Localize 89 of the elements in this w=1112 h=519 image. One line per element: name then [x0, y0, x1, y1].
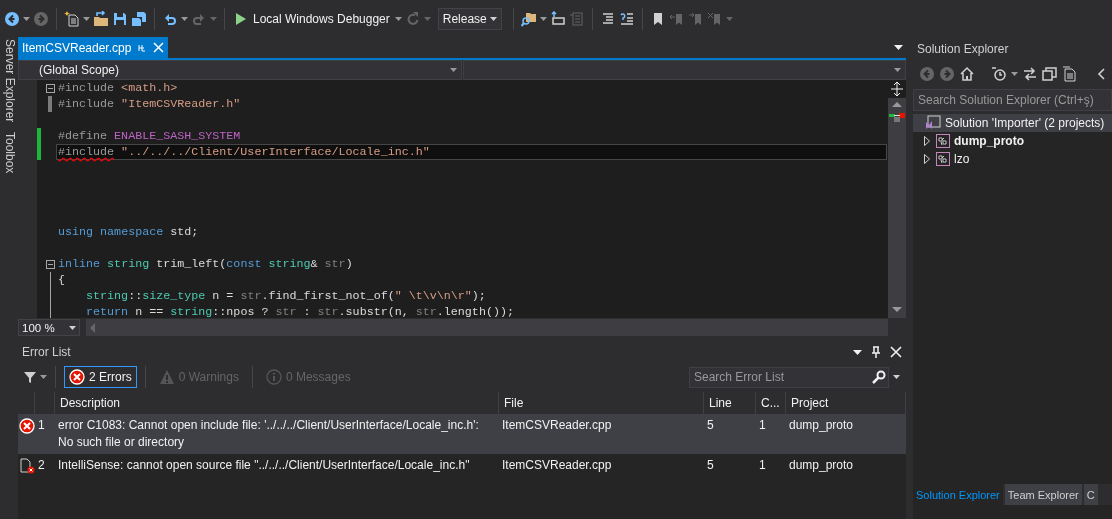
side-tab[interactable]: Server Explorer [0, 39, 18, 123]
documents-icon[interactable] [1062, 66, 1078, 82]
back-icon[interactable] [4, 10, 20, 27]
table-cell: 5 [707, 458, 714, 472]
horizontal-scrollbar[interactable] [86, 319, 888, 336]
close-icon[interactable] [890, 346, 902, 358]
caret-icon[interactable] [450, 68, 457, 72]
sync-arrows-icon[interactable] [1022, 66, 1038, 82]
info-icon [265, 369, 282, 385]
error-icon [69, 369, 85, 385]
panel-tab[interactable]: Solution Explorer [913, 484, 1003, 505]
caret-icon[interactable] [489, 16, 497, 21]
clock-icon[interactable] [991, 66, 1007, 82]
scroll-down-icon[interactable] [892, 307, 902, 312]
search-field[interactable]: Search Solution Explorer (Ctrl+ş) [913, 89, 1112, 111]
pin-icon[interactable] [870, 346, 882, 358]
find-icon[interactable] [520, 10, 537, 27]
scroll-up-icon[interactable] [892, 102, 902, 107]
tree-item[interactable]: Solution 'Importer' (2 projects) [913, 114, 1112, 132]
caret-icon[interactable] [893, 375, 900, 379]
split-icon[interactable] [888, 80, 906, 98]
table-cell: 1 [38, 418, 45, 432]
debugger-button[interactable]: Local Windows Debugger [251, 11, 392, 26]
caret-icon[interactable] [23, 16, 30, 21]
caret-icon[interactable] [69, 325, 76, 330]
code-text: { [58, 272, 65, 288]
error-description: error C1083: Cannot open include file: '../../../Client/UserInterface/Locale_inc.h': No such file or directory [58, 418, 479, 449]
caret-icon[interactable] [894, 68, 901, 72]
table-cell: dump_proto [789, 458, 854, 472]
code-text: inline string trim_left(const string& str) [58, 256, 353, 272]
filter-icon[interactable] [24, 371, 36, 383]
filter-toggle[interactable]: 2 Errors [64, 366, 137, 388]
dropdown-icon[interactable] [894, 45, 903, 50]
panel-tab[interactable]: Team Explorer [1004, 484, 1082, 505]
fold-end-marker [48, 96, 52, 112]
caret-icon[interactable] [83, 16, 90, 21]
pointer-box-icon[interactable] [549, 10, 566, 27]
expand-arrow-icon[interactable] [923, 154, 932, 164]
collapse-all-icon[interactable] [1042, 66, 1058, 82]
scope-dropdown[interactable]: (Global Scope) [18, 60, 462, 80]
code-text: using namespace std; [58, 224, 199, 240]
code-text: #include "ItemCSVReader.h" [58, 96, 241, 112]
dropdown-icon[interactable] [853, 349, 862, 355]
zoom-dropdown[interactable]: 100 % [18, 319, 80, 336]
expand-arrow-icon[interactable] [923, 136, 932, 146]
lines-icon[interactable] [618, 10, 635, 27]
collapse-icon[interactable] [45, 83, 55, 93]
table-cell: ItemCSVReader.cpp [502, 418, 612, 432]
tree-item[interactable]: dump_proto [913, 132, 1112, 150]
error-description: IntelliSense: cannot open source file "../../../Client/UserInterface/Locale_inc.h" [58, 458, 470, 472]
table-cell: 1 [759, 458, 766, 472]
tree-item[interactable]: lzo [913, 150, 1112, 168]
panel-title: Solution Explorer [917, 42, 1009, 56]
table-cell: ItemCSVReader.cpp [502, 458, 612, 472]
table-cell: dump_proto [789, 418, 854, 432]
file-error-icon [19, 457, 35, 474]
search-field[interactable]: Search Error List [689, 366, 889, 388]
table-cell: 1 [759, 418, 766, 432]
caret-icon[interactable] [40, 375, 47, 379]
table-cell: 2 [38, 458, 45, 472]
code-text: return n == string::npos ? str : str.substr(n, str.length()); [85, 304, 514, 318]
new-file-icon[interactable] [64, 10, 80, 27]
panel-title: Error List [22, 345, 71, 359]
configuration-dropdown[interactable]: Release [437, 7, 502, 30]
save-icon[interactable] [112, 10, 128, 27]
open-folder-icon[interactable] [93, 10, 109, 27]
collapse-icon[interactable] [45, 259, 55, 269]
error-row[interactable]: 2 IntelliSense: cannot open source file "../../../Client/UserInterface/Locale_inc.h" ItemCSVReader.cpp 5 1 dump_proto [18, 454, 906, 477]
caret-icon[interactable] [394, 16, 402, 21]
panel-tab[interactable]: C [1083, 484, 1098, 505]
code-text: string::size_type n = str.find_first_not_of(" \t\v\n\r"); [85, 288, 486, 304]
project-icon [936, 152, 950, 166]
side-tab[interactable]: Toolbox [0, 132, 18, 174]
warning-icon [158, 369, 175, 385]
caret-icon[interactable] [181, 16, 188, 21]
project-icon [936, 134, 950, 148]
solution-icon [925, 115, 941, 131]
save-all-icon[interactable] [131, 10, 147, 27]
caret-icon[interactable] [539, 16, 547, 21]
home-icon[interactable] [959, 66, 975, 82]
code-text: #include <math.h> [58, 80, 178, 96]
code-text: #include "../../../Client/UserInterface/Locale_inc.h" [58, 144, 430, 160]
code-text: #define ENABLE_SASH_SYSTEM [58, 128, 241, 144]
error-icon [19, 417, 35, 434]
error-row[interactable]: 1 error C1083: Cannot open include file: '../../../Client/UserInterface/Locale_inc.h': No such file or directory ItemCSVReader.cpp 5 1 dump_proto [18, 414, 906, 454]
caret-icon[interactable] [1011, 72, 1018, 76]
search-icon[interactable] [872, 369, 886, 384]
scroll-markers-icon [889, 111, 905, 122]
table-cell: 5 [707, 418, 714, 432]
